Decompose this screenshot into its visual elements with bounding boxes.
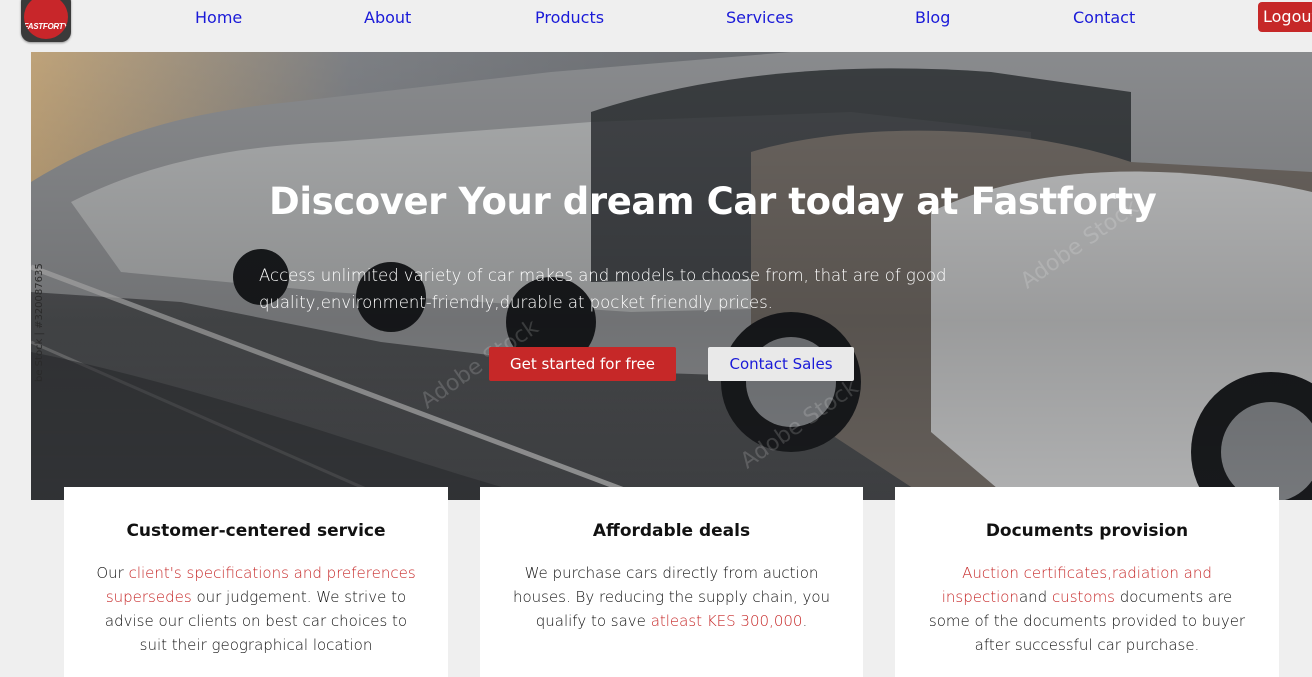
- hero-title: Discover Your dream Car today at Fastfor…: [269, 180, 1157, 223]
- nav-link-contact[interactable]: Contact: [1073, 8, 1135, 27]
- logout-button[interactable]: Logout: [1258, 2, 1312, 32]
- card-text: Auction certificates,radiation and inspe…: [928, 564, 1246, 654]
- highlight-text: atleast KES 300,000: [650, 612, 803, 630]
- nav-link-home[interactable]: Home: [195, 8, 242, 27]
- feature-card-affordable-deals: Affordable deals We purchase cars direct…: [480, 487, 863, 677]
- hero-banner: Adobe Stock Adobe Stock Adobe Stock be S…: [31, 52, 1312, 500]
- hero-subtitle: Access unlimited variety of car makes an…: [259, 266, 947, 312]
- highlight-text: customs: [1051, 588, 1115, 606]
- contact-sales-button[interactable]: Contact Sales: [708, 347, 854, 381]
- get-started-button[interactable]: Get started for free: [489, 347, 676, 381]
- card-title: Customer-centered service: [126, 521, 386, 541]
- card-text: Our client's specifications and preferen…: [96, 564, 416, 654]
- nav-link-about[interactable]: About: [364, 8, 411, 27]
- card-text: We purchase cars directly from auction h…: [512, 564, 831, 630]
- nav-link-products[interactable]: Products: [535, 8, 604, 27]
- feature-card-customer-service: Customer-centered service Our client's s…: [64, 487, 448, 677]
- fastforty-logo-icon[interactable]: FASTFORTY: [21, 0, 71, 42]
- nav-link-services[interactable]: Services: [726, 8, 793, 27]
- nav-link-blog[interactable]: Blog: [915, 8, 950, 27]
- card-title: Affordable deals: [592, 521, 751, 541]
- card-title: Documents provision: [985, 521, 1189, 541]
- logo-text: FASTFORTY: [24, 21, 68, 31]
- feature-card-documents: Documents provision Auction certificates…: [895, 487, 1279, 677]
- top-navbar: FASTFORTY Home About Products Services B…: [0, 0, 1312, 52]
- stock-id-watermark: be Stock | #320087635: [34, 263, 45, 382]
